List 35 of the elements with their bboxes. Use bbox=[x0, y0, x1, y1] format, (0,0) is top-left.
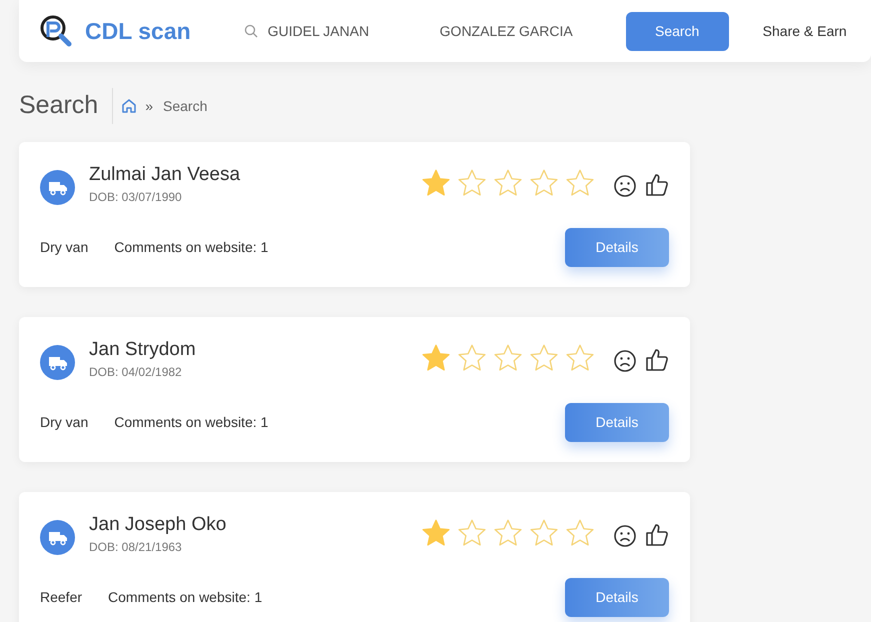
search-button[interactable]: Search bbox=[626, 12, 729, 50]
sad-face-icon[interactable] bbox=[613, 174, 637, 198]
driver-dob: DOB: 08/21/1963 bbox=[89, 539, 183, 556]
details-button[interactable]: Details bbox=[565, 578, 669, 617]
trailer-type: Dry van bbox=[40, 413, 88, 432]
share-earn-link[interactable]: Share & Earn bbox=[762, 20, 847, 42]
comments-count: Comments on website: 1 bbox=[114, 238, 268, 257]
search-icon bbox=[244, 24, 258, 38]
breadcrumb-separator: » bbox=[145, 96, 154, 116]
truck-icon bbox=[40, 345, 75, 380]
last-name-field[interactable]: GONZALEZ GARCIA bbox=[440, 20, 610, 42]
driver-name: Zulmai Jan Veesa bbox=[89, 164, 240, 186]
comments-count: Comments on website: 1 bbox=[108, 588, 262, 607]
driver-name: Jan Strydom bbox=[89, 339, 196, 361]
driver-name: Jan Joseph Oko bbox=[89, 514, 226, 536]
logo-text: CDL scan bbox=[85, 16, 191, 46]
breadcrumb-current: Search bbox=[163, 96, 208, 116]
home-icon[interactable] bbox=[121, 98, 138, 114]
truck-icon bbox=[40, 520, 75, 555]
truck-icon bbox=[40, 170, 75, 205]
thumbs-up-icon[interactable] bbox=[645, 172, 669, 197]
details-button[interactable]: Details bbox=[565, 228, 669, 267]
magnifier-logo-icon bbox=[39, 15, 73, 47]
trailer-type: Reefer bbox=[40, 588, 82, 607]
driver-dob: DOB: 04/02/1982 bbox=[89, 364, 183, 381]
first-name-field[interactable]: GUIDEL JANAN bbox=[268, 20, 428, 42]
driver-dob: DOB: 03/07/1990 bbox=[89, 189, 183, 206]
thumbs-up-icon[interactable] bbox=[645, 522, 669, 547]
sad-face-icon[interactable] bbox=[613, 349, 637, 373]
details-button[interactable]: Details bbox=[565, 403, 669, 442]
page-title: Search bbox=[19, 90, 98, 122]
thumbs-up-icon[interactable] bbox=[645, 347, 669, 372]
sad-face-icon[interactable] bbox=[613, 524, 637, 548]
comments-count: Comments on website: 1 bbox=[114, 413, 268, 432]
trailer-type: Dry van bbox=[40, 238, 88, 257]
